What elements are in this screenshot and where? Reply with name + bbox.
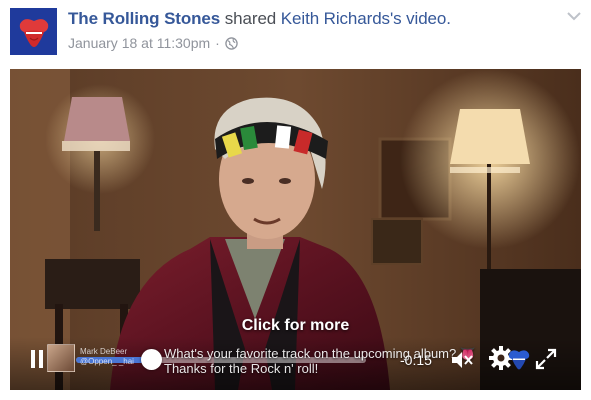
page-name-link[interactable]: The Rolling Stones — [68, 9, 220, 28]
tongue-logo-icon — [19, 18, 48, 47]
post-timestamp[interactable]: January 18 at 11:30pm — [68, 35, 210, 51]
comment-author-name: Mark DeBeer — [80, 347, 128, 356]
meta-separator: · — [215, 35, 220, 51]
chevron-down-icon[interactable] — [566, 10, 582, 22]
fullscreen-icon[interactable] — [535, 348, 557, 370]
comment-line-1: What's your favorite track on the upcomi… — [164, 346, 477, 361]
click-for-more-overlay[interactable]: Click for more — [10, 317, 581, 335]
page-avatar[interactable] — [10, 8, 57, 55]
video-controls: Mark DeBeer @Oppen_ _hai What's your fav… — [10, 337, 581, 390]
tongue-logo-icon — [508, 350, 530, 370]
globe-icon[interactable] — [225, 36, 238, 50]
live-comment: What's your favorite track on the upcomi… — [164, 346, 494, 376]
progress-scrubber[interactable] — [140, 349, 162, 370]
comment-line-2: Thanks for the Rock n' roll! — [164, 361, 319, 376]
shared-text: shared — [220, 9, 281, 28]
time-remaining: -0:15 — [400, 352, 432, 368]
pause-icon[interactable] — [30, 350, 44, 368]
comment-avatar — [47, 344, 75, 372]
post-meta: January 18 at 11:30pm · — [68, 35, 238, 51]
comment-author: Mark DeBeer @Oppen_ _hai — [80, 347, 134, 367]
comment-author-handle: @Oppen_ _hai — [80, 357, 134, 366]
owner-name-link[interactable]: Keith Richards — [281, 9, 390, 28]
post-title: The Rolling Stones shared Keith Richards… — [68, 9, 451, 29]
owner-suffix[interactable]: 's video. — [390, 9, 451, 28]
mute-icon[interactable] — [450, 350, 474, 370]
video-player[interactable]: Click for more Mark DeBeer @Oppen_ _hai … — [10, 69, 581, 390]
post-header: The Rolling Stones shared Keith Richards… — [0, 0, 591, 62]
